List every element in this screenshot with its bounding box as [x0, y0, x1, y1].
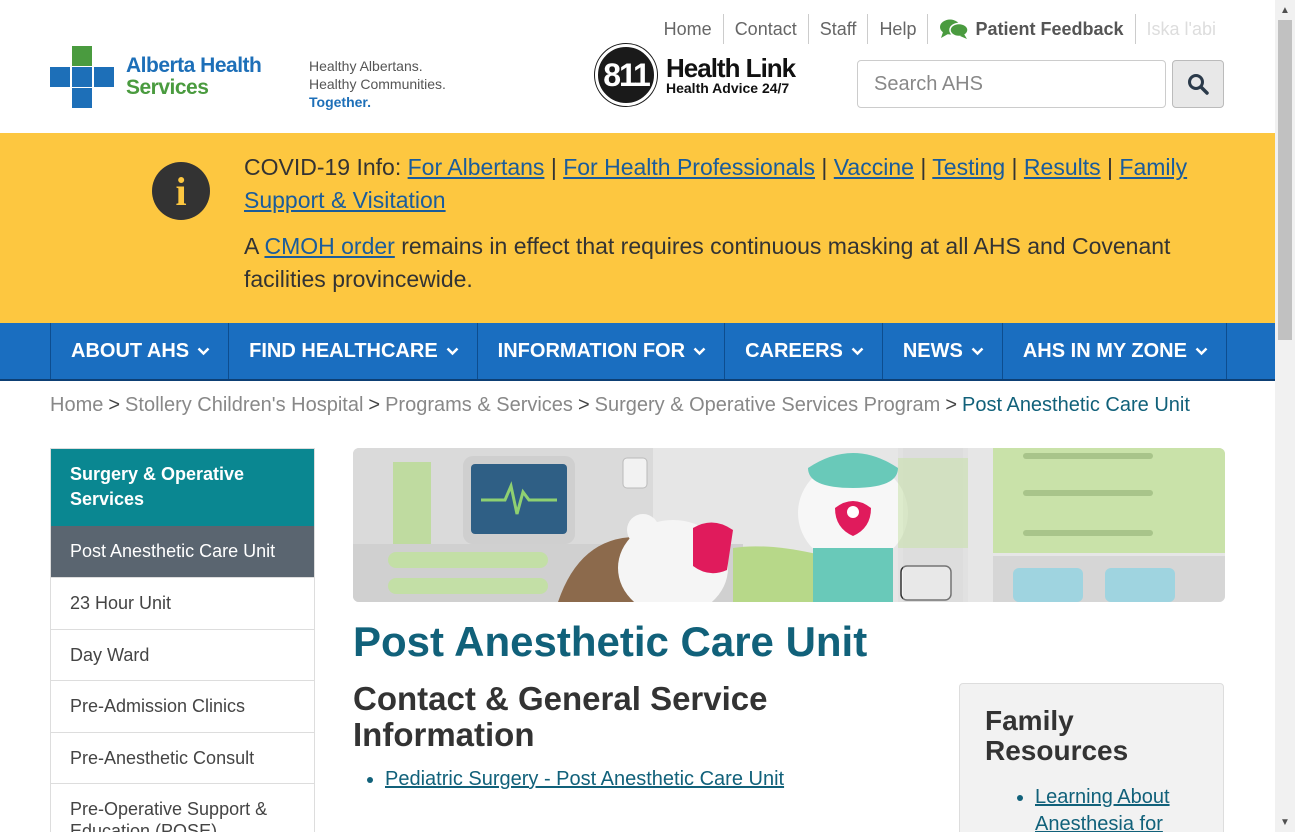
nav-information-for[interactable]: INFORMATION FOR — [478, 323, 726, 379]
health-link-title: Health Link — [666, 53, 796, 83]
sidebar-item-pre-anesthetic[interactable]: Pre-Anesthetic Consult — [51, 731, 314, 784]
ahs-cross-icon — [50, 46, 114, 108]
breadcrumb: Home > Stollery Children's Hospital > Progra… — [50, 394, 1190, 417]
nav-ahs-in-my-zone[interactable]: AHS IN MY ZONE — [1003, 323, 1227, 379]
nav-label: AHS IN MY ZONE — [1022, 339, 1187, 362]
nav-careers[interactable]: CAREERS — [725, 323, 883, 379]
breadcrumb-surgery-program[interactable]: Surgery & Operative Services Program — [595, 394, 941, 416]
ahs-logo[interactable]: Alberta Health Services — [50, 46, 262, 108]
search-input[interactable] — [857, 60, 1166, 108]
alert-link-testing[interactable]: Testing — [932, 154, 1005, 180]
search-icon — [1188, 74, 1209, 95]
sidebar-item-day-ward[interactable]: Day Ward — [51, 628, 314, 681]
nav-find-healthcare[interactable]: FIND HEALTHCARE — [229, 323, 478, 379]
alert-link-results[interactable]: Results — [1024, 154, 1101, 180]
patient-feedback-label: Patient Feedback — [975, 19, 1124, 39]
recovery-room-illustration — [353, 448, 1225, 602]
health-link-subtitle: Health Advice 24/7 — [666, 80, 790, 96]
sidebar-heading[interactable]: Surgery & Operative Services — [51, 449, 314, 526]
health-link-logo[interactable]: 811 Health Link Health Advice 24/7 — [595, 44, 796, 106]
utility-contact-link[interactable]: Contact — [724, 14, 809, 44]
alert-prefix: COVID-19 Info: — [244, 154, 402, 180]
nav-label: FIND HEALTHCARE — [249, 339, 438, 362]
tagline: Healthy Albertans. Healthy Communities. … — [309, 57, 446, 111]
patient-feedback-link[interactable]: Patient Feedback — [928, 14, 1136, 44]
breadcrumb-separator: > — [945, 394, 957, 416]
page-title: Post Anesthetic Care Unit — [353, 618, 868, 665]
breadcrumb-current: Post Anesthetic Care Unit — [962, 394, 1190, 416]
section-sidebar: Surgery & Operative Services Post Anesth… — [50, 448, 315, 832]
health-link-number: 811 — [595, 44, 657, 106]
search-form — [857, 60, 1224, 108]
separator: | — [1011, 154, 1018, 180]
sidebar-item-pose[interactable]: Pre-Operative Support & Education (POSE) — [51, 783, 314, 832]
scrollbar-thumb[interactable] — [1278, 20, 1292, 340]
logo-line2: Services — [126, 76, 209, 99]
cmoh-order-link[interactable]: CMOH order — [264, 233, 394, 259]
nav-label: CAREERS — [745, 339, 843, 362]
nav-label: ABOUT AHS — [71, 339, 190, 362]
scroll-up-arrow-icon[interactable]: ▲ — [1275, 0, 1295, 20]
alert-link-albertans[interactable]: For Albertans — [408, 154, 545, 180]
contact-list: Pediatric Surgery - Post Anesthetic Care… — [385, 768, 784, 791]
info-icon: i — [152, 162, 210, 220]
family-link-anesthesia[interactable]: Learning About Anesthesia for Children — [1035, 786, 1170, 832]
breadcrumb-home[interactable]: Home — [50, 394, 103, 416]
hero-illustration — [353, 448, 1225, 602]
family-resources-title: Family Resources — [985, 705, 1129, 766]
utility-home-link[interactable]: Home — [653, 14, 724, 44]
breadcrumb-separator: > — [368, 394, 381, 416]
chevron-down-icon — [851, 347, 864, 355]
site-header: Home Contact Staff Help Patient Feedback… — [0, 0, 1275, 133]
chevron-down-icon — [1195, 347, 1208, 355]
main-nav: ABOUT AHS FIND HEALTHCARE INFORMATION FO… — [0, 323, 1275, 381]
utility-staff-link[interactable]: Staff — [809, 14, 869, 44]
breadcrumb-stollery[interactable]: Stollery Children's Hospital — [125, 394, 363, 416]
tagline-line1: Healthy Albertans. — [309, 58, 423, 74]
alert-line2-before: A — [244, 233, 259, 259]
tagline-line3: Together. — [309, 94, 371, 110]
search-button[interactable] — [1172, 60, 1224, 108]
nav-label: INFORMATION FOR — [497, 339, 686, 362]
utility-nav: Home Contact Staff Help Patient Feedback… — [653, 14, 1227, 44]
utility-help-link[interactable]: Help — [868, 14, 929, 44]
chevron-down-icon — [446, 347, 459, 355]
alert-link-vaccine[interactable]: Vaccine — [834, 154, 914, 180]
breadcrumb-separator: > — [577, 394, 590, 416]
breadcrumb-programs[interactable]: Programs & Services — [385, 394, 573, 416]
alert-link-professionals[interactable]: For Health Professionals — [563, 154, 815, 180]
family-resources-panel: Family Resources Learning About Anesthes… — [959, 683, 1224, 832]
language-link[interactable]: Iska l'abi — [1136, 14, 1227, 44]
nav-about-ahs[interactable]: ABOUT AHS — [51, 323, 230, 379]
scroll-down-arrow-icon[interactable]: ▼ — [1275, 812, 1295, 832]
separator: | — [550, 154, 557, 180]
separator: | — [920, 154, 927, 180]
alert-line2: A CMOH order remains in effect that requ… — [244, 230, 1204, 296]
tagline-line2: Healthy Communities. — [309, 76, 446, 92]
sidebar-item-pre-admission[interactable]: Pre-Admission Clinics — [51, 680, 314, 732]
nav-label: NEWS — [902, 339, 963, 362]
chat-bubbles-icon — [940, 19, 970, 39]
covid-alert-banner: i COVID-19 Info: For Albertans | For Hea… — [0, 133, 1275, 323]
alert-line1: COVID-19 Info: For Albertans | For Healt… — [244, 151, 1204, 217]
contact-link-pacu[interactable]: Pediatric Surgery - Post Anesthetic Care… — [385, 768, 784, 790]
breadcrumb-separator: > — [108, 394, 121, 416]
list-item: Pediatric Surgery - Post Anesthetic Care… — [385, 768, 784, 791]
logo-line1: Alberta Health — [126, 54, 262, 77]
nav-news[interactable]: NEWS — [883, 323, 1003, 379]
page: Home Contact Staff Help Patient Feedback… — [0, 0, 1295, 832]
chevron-down-icon — [971, 347, 984, 355]
separator: | — [1107, 154, 1113, 180]
section-title: Contact & General Service Information — [353, 680, 768, 753]
separator: | — [821, 154, 828, 180]
sidebar-item-active[interactable]: Post Anesthetic Care Unit — [51, 526, 314, 577]
chevron-down-icon — [197, 347, 210, 355]
ahs-wordmark: Alberta Health Services — [126, 54, 262, 99]
vertical-scrollbar[interactable]: ▲ ▼ — [1275, 0, 1295, 832]
list-item: Learning About Anesthesia for Children — [1035, 784, 1198, 832]
chevron-down-icon — [693, 347, 706, 355]
alert-text: COVID-19 Info: For Albertans | For Healt… — [244, 151, 1204, 296]
sidebar-item-23-hour-unit[interactable]: 23 Hour Unit — [51, 577, 314, 629]
